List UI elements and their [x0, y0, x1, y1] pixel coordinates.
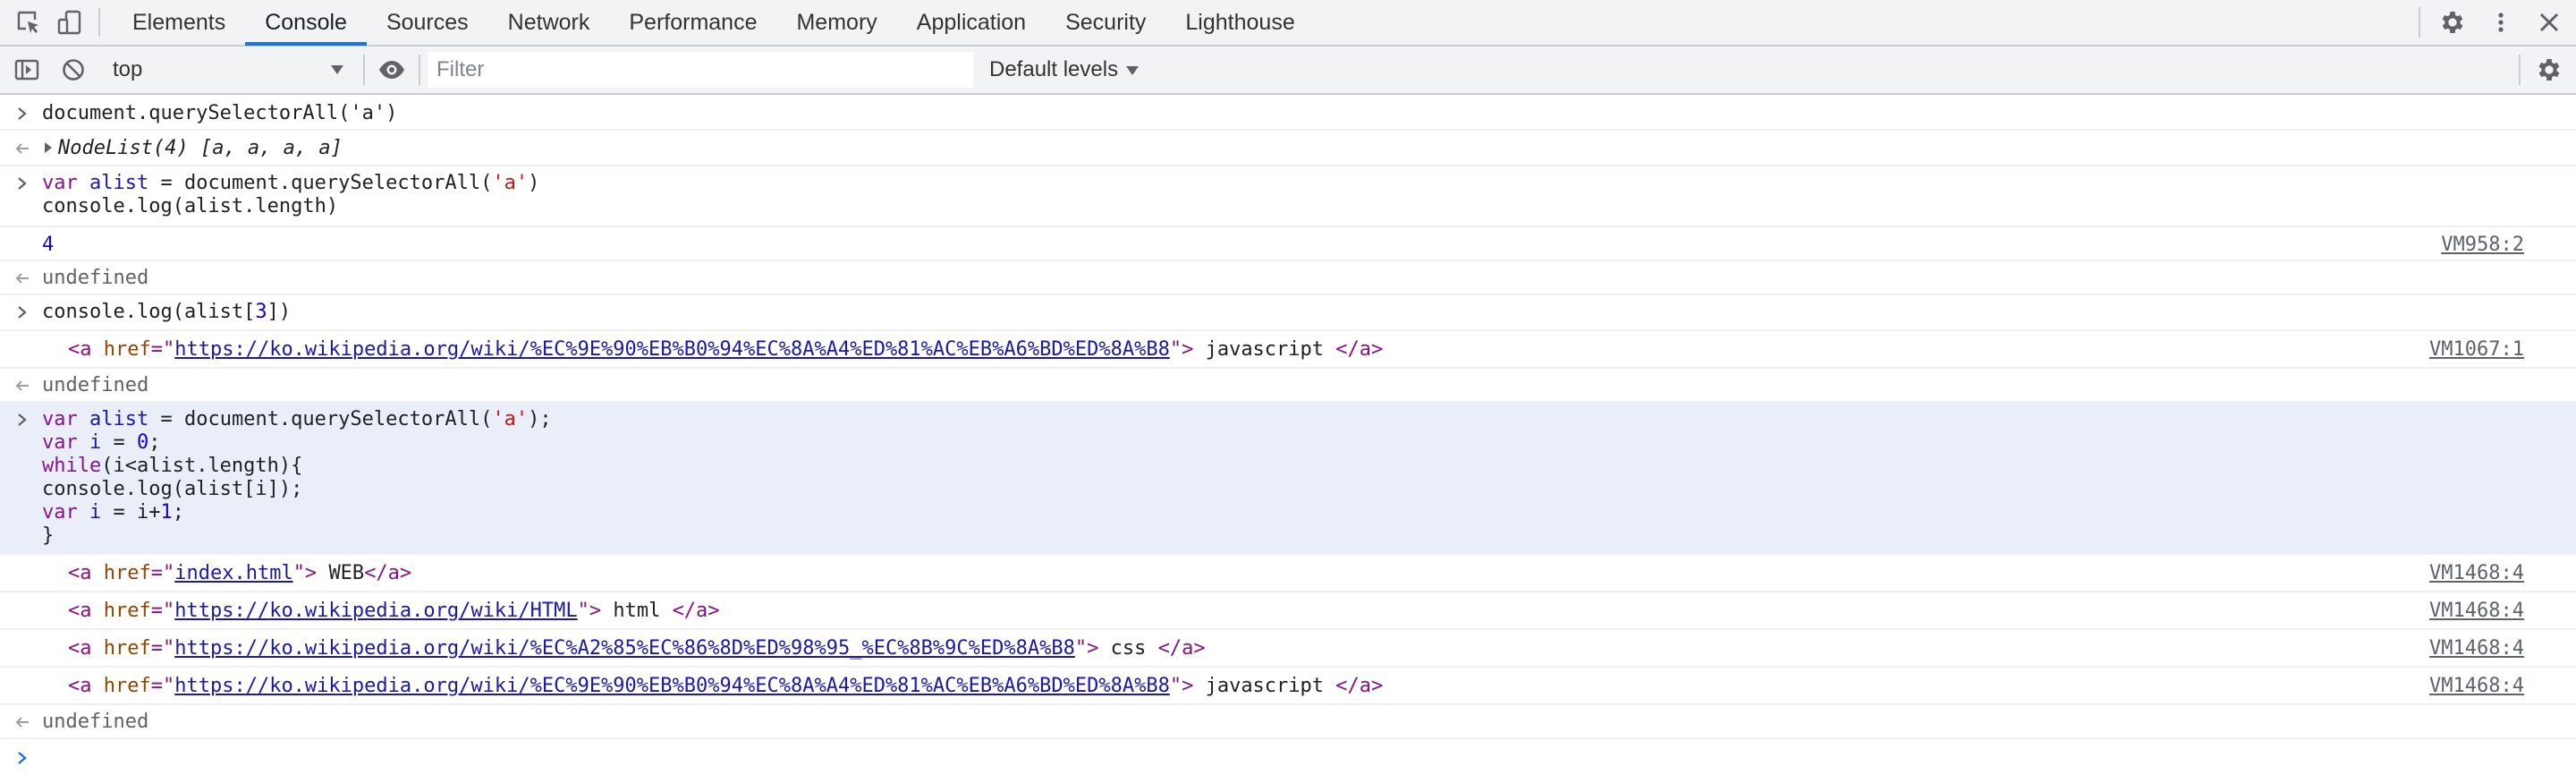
console-result: undefined — [0, 705, 2576, 739]
context-label: top — [113, 57, 143, 81]
code-line: } — [42, 524, 55, 547]
log-levels-label: Default levels — [989, 57, 1119, 81]
code-line: var alist = document.querySelectorAll('a… — [42, 172, 540, 194]
console-log[interactable]: <a href="https://ko.wikipedia.org/wiki/%… — [0, 331, 2576, 369]
source-link[interactable]: VM1468:4 — [2429, 637, 2524, 660]
tab-network[interactable]: Network — [488, 0, 610, 45]
code-line: console.log(alist[3]) — [42, 301, 292, 323]
source-link[interactable]: VM1067:1 — [2429, 338, 2524, 362]
result-arrow-icon — [13, 267, 32, 290]
result-arrow-icon — [13, 374, 32, 397]
log-value: 4 — [42, 234, 55, 256]
code-line: while(i<alist.length){ — [42, 455, 303, 477]
result-value: undefined — [42, 374, 149, 396]
tab-memory[interactable]: Memory — [776, 0, 896, 45]
console-log[interactable]: <a href="https://ko.wikipedia.org/wiki/%… — [0, 668, 2576, 705]
anchor-element[interactable]: <a href="https://ko.wikipedia.org/wiki/%… — [68, 338, 2576, 362]
code-line: var alist = document.querySelectorAll('a… — [42, 408, 552, 430]
divider — [363, 55, 365, 85]
result-arrow-icon — [13, 711, 32, 734]
divider — [2419, 7, 2420, 38]
close-icon[interactable] — [2533, 6, 2565, 38]
console-prompt[interactable] — [0, 739, 2576, 775]
log-levels-dropdown[interactable]: Default levels — [989, 57, 1140, 82]
console-log[interactable]: <a href="index.html"> WEB</a> VM1468:4 — [0, 555, 2576, 592]
context-selector[interactable]: top — [104, 52, 354, 88]
sidebar-toggle-icon[interactable] — [11, 54, 43, 86]
anchor-element[interactable]: <a href="https://ko.wikipedia.org/wiki/H… — [68, 600, 2576, 623]
input-code: document.querySelectorAll('a') — [42, 102, 398, 124]
anchor-element[interactable]: <a href="index.html"> WEB</a> — [68, 562, 2576, 585]
result-arrow-icon — [13, 137, 32, 160]
console-settings-icon[interactable] — [2533, 54, 2565, 86]
devtools-tabbar: Elements Console Sources Network Perform… — [0, 0, 2576, 47]
source-link[interactable]: VM1468:4 — [2429, 600, 2524, 623]
input-chevron-icon — [13, 172, 32, 195]
filter-input[interactable] — [428, 52, 973, 88]
console-log[interactable]: <a href="https://ko.wikipedia.org/wiki/%… — [0, 630, 2576, 668]
code-line: var i = 0; — [42, 431, 161, 454]
anchor-element[interactable]: <a href="https://ko.wikipedia.org/wiki/%… — [68, 675, 2576, 698]
result-value: undefined — [42, 711, 149, 733]
code-line: console.log(alist[i]); — [42, 478, 303, 500]
tab-sources[interactable]: Sources — [367, 0, 488, 45]
console-log: 4 VM958:2 — [0, 227, 2576, 261]
href-link[interactable]: https://ko.wikipedia.org/wiki/%EC%9E%90%… — [174, 338, 1170, 361]
inspect-element-icon[interactable] — [13, 6, 45, 38]
live-expression-eye-icon[interactable] — [376, 54, 408, 86]
console-input: var alist = document.querySelectorAll('a… — [0, 403, 2576, 555]
console-output[interactable]: document.querySelectorAll('a') NodeList(… — [0, 95, 2576, 775]
tab-performance[interactable]: Performance — [609, 0, 776, 45]
source-link[interactable]: VM958:2 — [2441, 234, 2524, 257]
device-toolbar-icon[interactable] — [54, 6, 86, 38]
nodelist-items: [a, a, a, a] — [199, 137, 343, 159]
input-chevron-icon — [13, 746, 32, 770]
href-link[interactable]: https://ko.wikipedia.org/wiki/HTML — [174, 600, 577, 622]
dropdown-caret-icon — [329, 57, 345, 82]
tab-security[interactable]: Security — [1046, 0, 1165, 45]
settings-icon[interactable] — [2436, 6, 2469, 38]
href-link[interactable]: https://ko.wikipedia.org/wiki/%EC%9E%90%… — [174, 675, 1170, 697]
code-line: var i = i+1; — [42, 501, 184, 524]
console-result: undefined — [0, 369, 2576, 403]
expand-triangle-icon[interactable] — [42, 137, 58, 160]
code-line: console.log(alist.length) — [42, 195, 339, 217]
tab-application[interactable]: Application — [897, 0, 1046, 45]
console-toolbar: top Default levels — [0, 47, 2576, 95]
tab-elements[interactable]: Elements — [113, 0, 245, 45]
source-link[interactable]: VM1468:4 — [2429, 675, 2524, 698]
tab-console[interactable]: Console — [245, 0, 367, 46]
dropdown-caret-icon — [1125, 57, 1140, 82]
input-chevron-icon — [13, 102, 32, 125]
tab-lighthouse[interactable]: Lighthouse — [1165, 0, 1314, 45]
clear-console-icon[interactable] — [57, 54, 89, 86]
href-link[interactable]: index.html — [174, 562, 292, 584]
result-value: undefined — [42, 267, 149, 289]
console-input: document.querySelectorAll('a') — [0, 95, 2576, 131]
console-result[interactable]: NodeList(4) [a, a, a, a] — [0, 131, 2576, 166]
href-link[interactable]: https://ko.wikipedia.org/wiki/%EC%A2%85%… — [174, 637, 1075, 660]
more-options-icon[interactable] — [2485, 6, 2517, 38]
divider — [98, 8, 100, 37]
console-result: undefined — [0, 261, 2576, 295]
divider — [2519, 55, 2521, 85]
input-chevron-icon — [13, 301, 32, 324]
console-log[interactable]: <a href="https://ko.wikipedia.org/wiki/H… — [0, 592, 2576, 630]
console-input: var alist = document.querySelectorAll('a… — [0, 166, 2576, 227]
console-input: console.log(alist[3]) — [0, 295, 2576, 331]
source-link[interactable]: VM1468:4 — [2429, 562, 2524, 585]
divider — [419, 55, 420, 85]
input-chevron-icon — [13, 408, 32, 431]
nodelist-label: NodeList(4) — [58, 137, 189, 159]
anchor-element[interactable]: <a href="https://ko.wikipedia.org/wiki/%… — [68, 637, 2576, 660]
